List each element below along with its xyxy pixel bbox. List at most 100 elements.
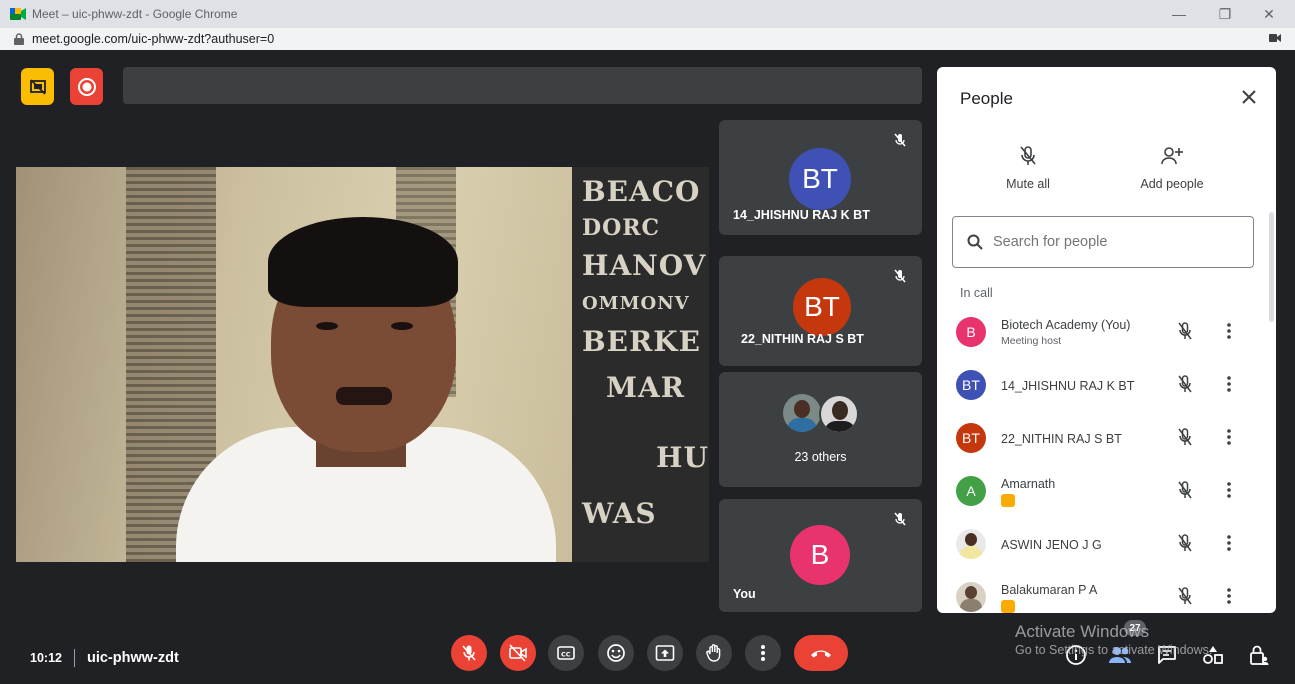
- mic-off-icon: [462, 645, 476, 661]
- avatar-photo: [956, 582, 986, 612]
- speaker-eye: [316, 322, 338, 330]
- avatar: B: [790, 525, 850, 585]
- speaker-figure: [176, 197, 556, 562]
- recording-indicator[interactable]: [70, 68, 103, 105]
- presenting-badge-icon: [1001, 494, 1015, 507]
- captions-button[interactable]: CC: [548, 635, 584, 671]
- avatar: BT: [793, 278, 851, 336]
- mic-off-icon: [894, 512, 906, 526]
- svg-text:CC: CC: [561, 651, 571, 659]
- participant-tile[interactable]: BT 22_NITHIN RAJ S BT: [719, 256, 922, 366]
- participant-tile[interactable]: BT 14_JHISHNU RAJ K BT: [719, 120, 922, 235]
- more-vert-icon[interactable]: [1223, 533, 1235, 553]
- more-vert-icon[interactable]: [1223, 586, 1235, 606]
- more-vert-icon[interactable]: [1223, 427, 1235, 447]
- present-to-all-icon: [655, 645, 675, 661]
- leave-call-button[interactable]: [794, 635, 848, 671]
- present-off-icon: [29, 78, 46, 95]
- restore-button[interactable]: ❐: [1205, 0, 1245, 28]
- mute-all-button[interactable]: Mute all: [968, 145, 1088, 191]
- emoji-icon: [607, 644, 625, 662]
- meet-area: BEACO DORC HANOV OMMONV BERKE MAR HU WAS…: [0, 50, 1295, 684]
- clock-time: 10:12: [30, 651, 62, 665]
- microphone-toggle-button[interactable]: [451, 635, 487, 671]
- meeting-top-strip: [123, 67, 922, 104]
- mic-off-icon[interactable]: [1175, 427, 1195, 447]
- participant-name: 22_NITHIN RAJ S BT: [1001, 432, 1122, 446]
- avatar-photo: [956, 529, 986, 559]
- meeting-info: 10:12 uic-phww-zdt: [30, 649, 179, 667]
- close-window-button[interactable]: ✕: [1249, 0, 1289, 28]
- address-bar[interactable]: meet.google.com/uic-phww-zdt?authuser=0: [0, 28, 1295, 50]
- mic-off-icon[interactable]: [1175, 586, 1195, 606]
- avatar: A: [956, 476, 986, 506]
- sign-text: MAR: [606, 371, 685, 404]
- search-box[interactable]: [952, 216, 1254, 268]
- more-options-button[interactable]: [745, 635, 781, 671]
- add-person-icon: [1161, 147, 1183, 165]
- lock-icon: [14, 33, 24, 45]
- present-screen-button[interactable]: [647, 635, 683, 671]
- mic-off-icon: [1020, 146, 1036, 165]
- raise-hand-button[interactable]: [696, 635, 732, 671]
- participant-row[interactable]: ASWIN JENO J G: [937, 519, 1267, 569]
- camera-toggle-button[interactable]: [500, 635, 536, 671]
- windows-activation-title: Activate Windows: [1015, 622, 1150, 641]
- call-end-icon: [811, 650, 831, 658]
- participant-row[interactable]: Balakumaran P A: [937, 572, 1267, 613]
- avatar: BT: [956, 370, 986, 400]
- avatar: BT: [789, 148, 851, 210]
- participant-row[interactable]: A Amarnath: [937, 466, 1267, 516]
- sign-text: DORC: [582, 215, 661, 241]
- camera-permission-icon[interactable]: [1269, 33, 1281, 43]
- participant-row[interactable]: BT 22_NITHIN RAJ S BT: [937, 413, 1267, 463]
- more-vert-icon: [761, 645, 765, 661]
- main-speaker-video[interactable]: BEACO DORC HANOV OMMONV BERKE MAR HU WAS: [16, 167, 709, 562]
- more-vert-icon[interactable]: [1223, 480, 1235, 500]
- sign-text: HU: [656, 441, 709, 474]
- presentation-indicator[interactable]: [21, 68, 54, 105]
- more-vert-icon[interactable]: [1223, 321, 1235, 341]
- self-tile[interactable]: B You: [719, 499, 922, 612]
- add-people-button[interactable]: Add people: [1112, 145, 1232, 191]
- sign-text: HANOV: [582, 249, 707, 282]
- reactions-button[interactable]: [598, 635, 634, 671]
- close-icon[interactable]: [1240, 88, 1258, 106]
- browser-title-bar: Meet – uic-phww-zdt - Google Chrome — ❐ …: [0, 0, 1295, 28]
- people-panel: People Mute all Add people In call B Bio…: [937, 67, 1276, 613]
- add-people-label: Add people: [1140, 177, 1204, 191]
- others-avatar-photo: [783, 394, 821, 432]
- more-vert-icon[interactable]: [1223, 374, 1235, 394]
- search-input[interactable]: [993, 234, 1233, 250]
- mic-off-icon[interactable]: [1175, 374, 1195, 394]
- others-avatar-photo: [819, 394, 859, 434]
- divider: [73, 649, 75, 667]
- mic-off-icon: [894, 133, 906, 147]
- in-call-section-label: In call: [960, 286, 993, 300]
- mic-off-icon[interactable]: [1175, 321, 1195, 341]
- search-icon: [967, 234, 983, 250]
- participant-name: Balakumaran P A: [1001, 583, 1098, 597]
- others-tile[interactable]: 23 others: [719, 372, 922, 487]
- host-controls-button[interactable]: [1246, 642, 1272, 668]
- mic-off-icon[interactable]: [1175, 533, 1195, 553]
- lock-person-icon: [1250, 645, 1269, 665]
- presenting-badge-icon: [1001, 600, 1015, 613]
- participant-name: Biotech Academy (You): [1001, 318, 1131, 332]
- minimize-button[interactable]: —: [1159, 0, 1199, 28]
- participant-row[interactable]: BT 14_JHISHNU RAJ K BT: [937, 360, 1267, 410]
- participant-name: 14_JHISHNU RAJ K BT: [1001, 379, 1135, 393]
- mic-off-icon[interactable]: [1175, 480, 1195, 500]
- sign-text: BEACO: [582, 175, 701, 208]
- windows-activation-hint: Go to Settings to activate Windows.: [1015, 643, 1213, 657]
- participant-role: Meeting host: [1001, 335, 1062, 347]
- participant-name: 22_NITHIN RAJ S BT: [741, 332, 864, 346]
- speaker-hair: [268, 217, 458, 307]
- record-icon: [77, 77, 96, 96]
- mute-all-label: Mute all: [1006, 177, 1050, 191]
- panel-scrollbar[interactable]: [1269, 212, 1274, 322]
- participant-row[interactable]: B Biotech Academy (You) Meeting host: [937, 307, 1267, 357]
- sign-text: WAS: [582, 497, 657, 530]
- avatar: BT: [956, 423, 986, 453]
- hand-icon: [706, 644, 721, 662]
